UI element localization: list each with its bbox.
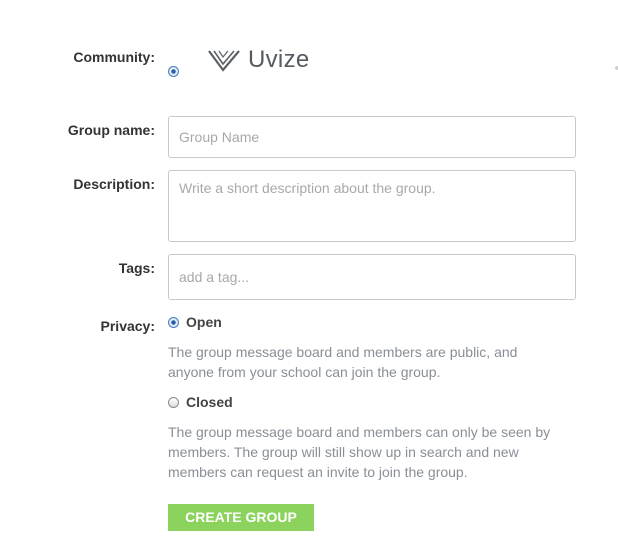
community-label: Community:	[73, 49, 155, 65]
privacy-open-description: The group message board and members are …	[168, 342, 568, 382]
privacy-closed-label[interactable]: Closed	[186, 394, 233, 410]
help-line: The group message board and members can …	[168, 424, 551, 440]
help-line: members. The group will still show up in…	[168, 444, 519, 460]
community-radio[interactable]	[168, 66, 179, 77]
group-name-input[interactable]	[168, 116, 576, 158]
logo-wordmark: Uvize	[248, 46, 310, 73]
description-label: Description:	[73, 176, 155, 192]
description-textarea[interactable]	[168, 170, 576, 242]
privacy-open-radio[interactable]	[168, 317, 179, 328]
tags-label: Tags:	[118, 260, 155, 276]
tags-input[interactable]	[168, 254, 576, 300]
privacy-open-label[interactable]: Open	[186, 314, 222, 330]
uvize-logo-icon	[208, 50, 240, 72]
group-name-label: Group name:	[67, 122, 155, 138]
community-logo: Uvize	[208, 44, 310, 76]
help-line: anyone from your school can join the gro…	[168, 364, 441, 380]
privacy-label: Privacy:	[100, 318, 155, 334]
privacy-closed-description: The group message board and members can …	[168, 422, 568, 482]
create-group-button[interactable]: CREATE GROUP	[168, 504, 314, 531]
help-line: The group message board and members are …	[168, 344, 518, 360]
privacy-closed-radio[interactable]	[168, 397, 179, 408]
help-line: members can request an invite to join th…	[168, 464, 468, 480]
